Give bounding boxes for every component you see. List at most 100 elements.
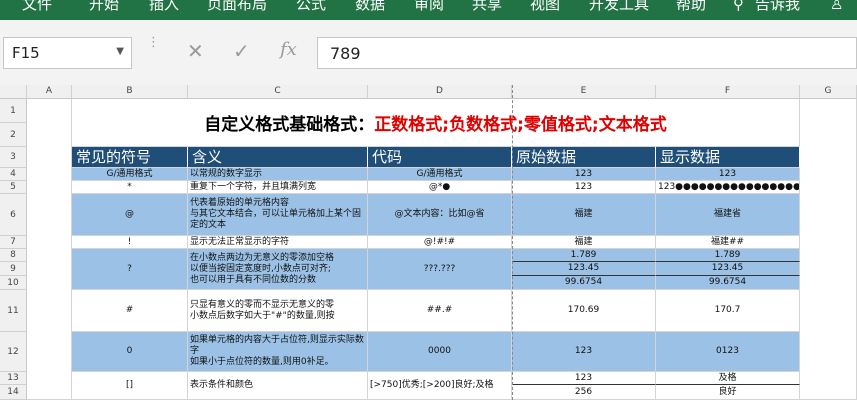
cell-e4[interactable]: 123 <box>512 168 656 181</box>
cell-d11[interactable]: ##.# <box>368 290 512 332</box>
cell-b11[interactable]: # <box>72 290 188 332</box>
row-header-2[interactable]: 2 <box>0 123 27 147</box>
column-header-e[interactable]: E <box>512 85 656 99</box>
tab-home[interactable]: 开始 <box>89 0 119 13</box>
cell-d13[interactable]: [>750]优秀;[>200]良好;及格 <box>368 372 512 400</box>
cell-f6[interactable]: 福建省 <box>656 194 800 236</box>
header-original[interactable]: 原始数据 <box>512 147 656 168</box>
cell-c11[interactable]: 只显有意义的零而不显示无意义的零 小数点后数字如大于"#"的数量,则按 <box>188 290 368 332</box>
cell-f10[interactable]: 99.6754 <box>656 276 800 290</box>
cell-f14[interactable]: 良好 <box>656 385 800 400</box>
cancel-icon[interactable]: ✕ <box>187 39 204 63</box>
tab-formulas[interactable]: 公式 <box>296 0 326 13</box>
cell-e10[interactable]: 99.6754 <box>512 276 656 290</box>
cell-e9[interactable]: 123.45 <box>512 262 656 276</box>
row-header-5[interactable]: 5 <box>0 181 27 194</box>
share-user-icon[interactable]: ♙ <box>830 0 843 13</box>
tab-page-layout[interactable]: 页面布局 <box>207 0 267 13</box>
tab-view[interactable]: 视图 <box>530 0 560 13</box>
sheet-title[interactable]: 自定义格式基础格式： 正数格式;负数格式;零值格式;文本格式 <box>72 99 800 147</box>
row-header-12[interactable]: 12 <box>0 332 27 372</box>
cell-f5[interactable]: 123●●●●●●●●●●●●●●●● <box>656 181 800 194</box>
cell-e8[interactable]: 1.789 <box>512 249 656 262</box>
row-header-4[interactable]: 4 <box>0 168 27 181</box>
cell-b8[interactable]: ? <box>72 249 188 290</box>
cell-d7[interactable]: @!#!# <box>368 236 512 249</box>
row-header-13[interactable]: 13 <box>0 372 27 385</box>
ribbon-bar: 文件 开始 插入 页面布局 公式 数据 审阅 共享 视图 开发工具 帮助 ⚲ 告… <box>0 0 857 20</box>
cell-d4[interactable]: G/通用格式 <box>368 168 512 181</box>
header-display[interactable]: 显示数据 <box>656 147 800 168</box>
header-symbol[interactable]: 常见的符号 <box>72 147 188 168</box>
cell-b13[interactable]: [] <box>72 372 188 400</box>
select-all-corner[interactable] <box>0 85 27 99</box>
chevron-down-icon[interactable]: ▼ <box>116 46 124 57</box>
row-header-11[interactable]: 11 <box>0 290 27 332</box>
tab-data[interactable]: 数据 <box>355 0 385 13</box>
confirm-icon[interactable]: ✓ <box>233 39 250 63</box>
cell-f11[interactable]: 170.7 <box>656 290 800 332</box>
name-box[interactable]: F15 ▼ <box>3 37 132 69</box>
tab-file[interactable]: 文件 <box>22 0 52 13</box>
cell-e5[interactable]: 123 <box>512 181 656 194</box>
cell-b12[interactable]: 0 <box>72 332 188 372</box>
title-red: 正数格式;负数格式;零值格式;文本格式 <box>374 115 667 135</box>
cell-d12[interactable]: 0000 <box>368 332 512 372</box>
cell-b4[interactable]: G/通用格式 <box>72 168 188 181</box>
row-header-9[interactable]: 9 <box>0 262 27 276</box>
cell-f9[interactable]: 123.45 <box>656 262 800 276</box>
cell-e6[interactable]: 福建 <box>512 194 656 236</box>
row-header-3[interactable]: 3 <box>0 147 27 168</box>
row-header-6[interactable]: 6 <box>0 194 27 236</box>
cell-f8[interactable]: 1.789 <box>656 249 800 262</box>
cell-d8[interactable]: ???.??? <box>368 249 512 290</box>
cell-c6[interactable]: 代表着原始的单元格内容 与其它文本结合，可以让单元格加上某个固定的文本 <box>188 194 368 236</box>
tell-me-search[interactable]: 告诉我 <box>755 0 800 13</box>
cell-f13[interactable]: 及格 <box>656 372 800 385</box>
formula-value: 789 <box>330 44 361 63</box>
cell-e13[interactable]: 123 <box>512 372 656 385</box>
column-header-g[interactable]: G <box>800 85 857 99</box>
cell-d6[interactable]: @文本内容：比如@省 <box>368 194 512 236</box>
cell-b5[interactable]: * <box>72 181 188 194</box>
cell-c5[interactable]: 重复下一个字符，并且填满列宽 <box>188 181 368 194</box>
lightbulb-icon[interactable]: ⚲ <box>733 0 744 13</box>
function-icon[interactable]: fx <box>280 39 297 60</box>
header-code[interactable]: 代码 <box>368 147 512 168</box>
row-header-7[interactable]: 7 <box>0 236 27 249</box>
tab-share[interactable]: 共享 <box>472 0 502 13</box>
column-header-a[interactable]: A <box>27 85 72 99</box>
cell-f4[interactable]: 123 <box>656 168 800 181</box>
cell-b6[interactable]: @ <box>72 194 188 236</box>
row-header-8[interactable]: 8 <box>0 249 27 262</box>
cell-d5[interactable]: @*● <box>368 181 512 194</box>
column-header-d[interactable]: D <box>368 85 512 99</box>
cell-e7[interactable]: 福建 <box>512 236 656 249</box>
grip-icon: ⋮ <box>147 36 160 68</box>
header-meaning[interactable]: 含义 <box>188 147 368 168</box>
formula-input[interactable]: 789 <box>317 37 857 69</box>
cell-f7[interactable]: 福建## <box>656 236 800 249</box>
cell-c4[interactable]: 以常规的数字显示 <box>188 168 368 181</box>
row-header-1[interactable]: 1 <box>0 99 27 123</box>
cell-e12[interactable]: 123 <box>512 332 656 372</box>
column-header-c[interactable]: C <box>188 85 368 99</box>
cell-c8[interactable]: 在小数点两边为无意义的零添加空格 以便当按固定宽度时,小数点可对齐; 也可以用于… <box>188 249 368 290</box>
column-header-b[interactable]: B <box>72 85 188 99</box>
cell-e14[interactable]: 256 <box>512 385 656 400</box>
cell-c12[interactable]: 如果单元格的内容大于占位符,则显示实际数字 如果小于点位符的数量,则用0补足。 <box>188 332 368 372</box>
cell-c7[interactable]: 显示无法正常显示的字符 <box>188 236 368 249</box>
column-a-cells[interactable] <box>27 99 72 400</box>
column-header-f[interactable]: F <box>656 85 800 99</box>
row-header-10[interactable]: 10 <box>0 276 27 290</box>
tab-insert[interactable]: 插入 <box>149 0 179 13</box>
cell-f12[interactable]: 0123 <box>656 332 800 372</box>
cell-c13[interactable]: 表示条件和颜色 <box>188 372 368 400</box>
tab-developer[interactable]: 开发工具 <box>589 0 649 13</box>
tab-review[interactable]: 审阅 <box>414 0 444 13</box>
column-g-cells[interactable] <box>800 99 857 400</box>
tab-help[interactable]: 帮助 <box>676 0 706 13</box>
cell-b7[interactable]: ! <box>72 236 188 249</box>
row-header-14[interactable]: 14 <box>0 385 27 400</box>
cell-e11[interactable]: 170.69 <box>512 290 656 332</box>
